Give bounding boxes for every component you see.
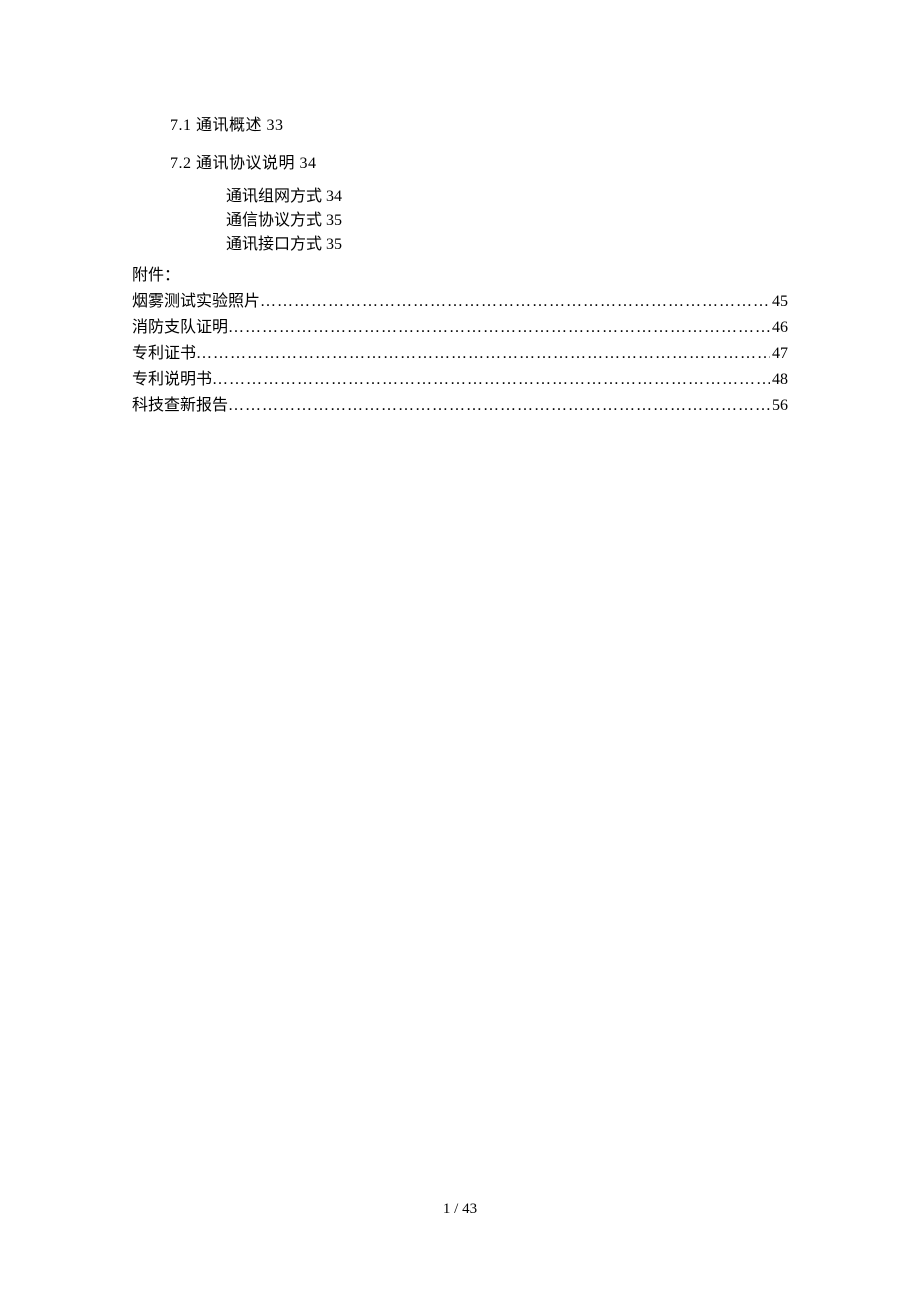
toc-attachment-row: 科技查新报告 56	[132, 393, 788, 419]
attachment-page: 47	[770, 341, 788, 367]
section-page: 34	[300, 155, 317, 172]
toc-leader-dots	[260, 289, 770, 315]
toc-subsection: 通信协议方式 35	[226, 209, 788, 233]
subsection-title: 通信协议方式	[226, 212, 322, 229]
toc-leader-dots	[228, 393, 770, 419]
subsection-title: 通讯接口方式	[226, 236, 322, 253]
section-title: 通讯概述	[196, 117, 262, 134]
section-number: 7.2	[170, 155, 192, 172]
page-separator: /	[450, 1201, 462, 1217]
attachment-label: 科技查新报告	[132, 393, 228, 419]
subsection-title: 通讯组网方式	[226, 188, 322, 205]
attachment-page: 48	[770, 367, 788, 393]
section-title: 通讯协议说明	[196, 155, 295, 172]
attachment-label: 消防支队证明	[132, 315, 228, 341]
subsection-page: 34	[326, 188, 342, 205]
toc-attachment-row: 专利说明书 48	[132, 367, 788, 393]
toc-subsection: 通讯接口方式 35	[226, 233, 788, 257]
toc-attachment-row: 消防支队证明 46	[132, 315, 788, 341]
section-page: 33	[267, 117, 284, 134]
attachment-label: 专利说明书	[132, 367, 212, 393]
toc-subsection: 通讯组网方式 34	[226, 185, 788, 209]
toc-subsection-block: 通讯组网方式 34 通信协议方式 35 通讯接口方式 35	[226, 185, 788, 257]
toc-section-7-2: 7.2 通讯协议说明 34	[170, 149, 788, 173]
toc-attachment-row: 专利证书 47	[132, 341, 788, 367]
attachment-label: 烟雾测试实验照片	[132, 289, 260, 315]
page-total: 43	[462, 1201, 477, 1217]
section-number: 7.1	[170, 117, 192, 134]
attachments-heading: 附件：	[132, 261, 788, 285]
attachment-page: 45	[770, 289, 788, 315]
subsection-page: 35	[326, 236, 342, 253]
attachment-label: 专利证书	[132, 341, 196, 367]
document-page: 7.1 通讯概述 33 7.2 通讯协议说明 34 通讯组网方式 34 通信协议…	[0, 0, 920, 419]
toc-leader-dots	[228, 315, 770, 341]
toc-section-7-1: 7.1 通讯概述 33	[170, 111, 788, 135]
attachment-page: 46	[770, 315, 788, 341]
toc-attachment-row: 烟雾测试实验照片 45	[132, 289, 788, 315]
attachment-page: 56	[770, 393, 788, 419]
toc-leader-dots	[196, 341, 770, 367]
subsection-page: 35	[326, 212, 342, 229]
page-footer: 1 / 43	[0, 1201, 920, 1218]
toc-leader-dots	[212, 367, 770, 393]
